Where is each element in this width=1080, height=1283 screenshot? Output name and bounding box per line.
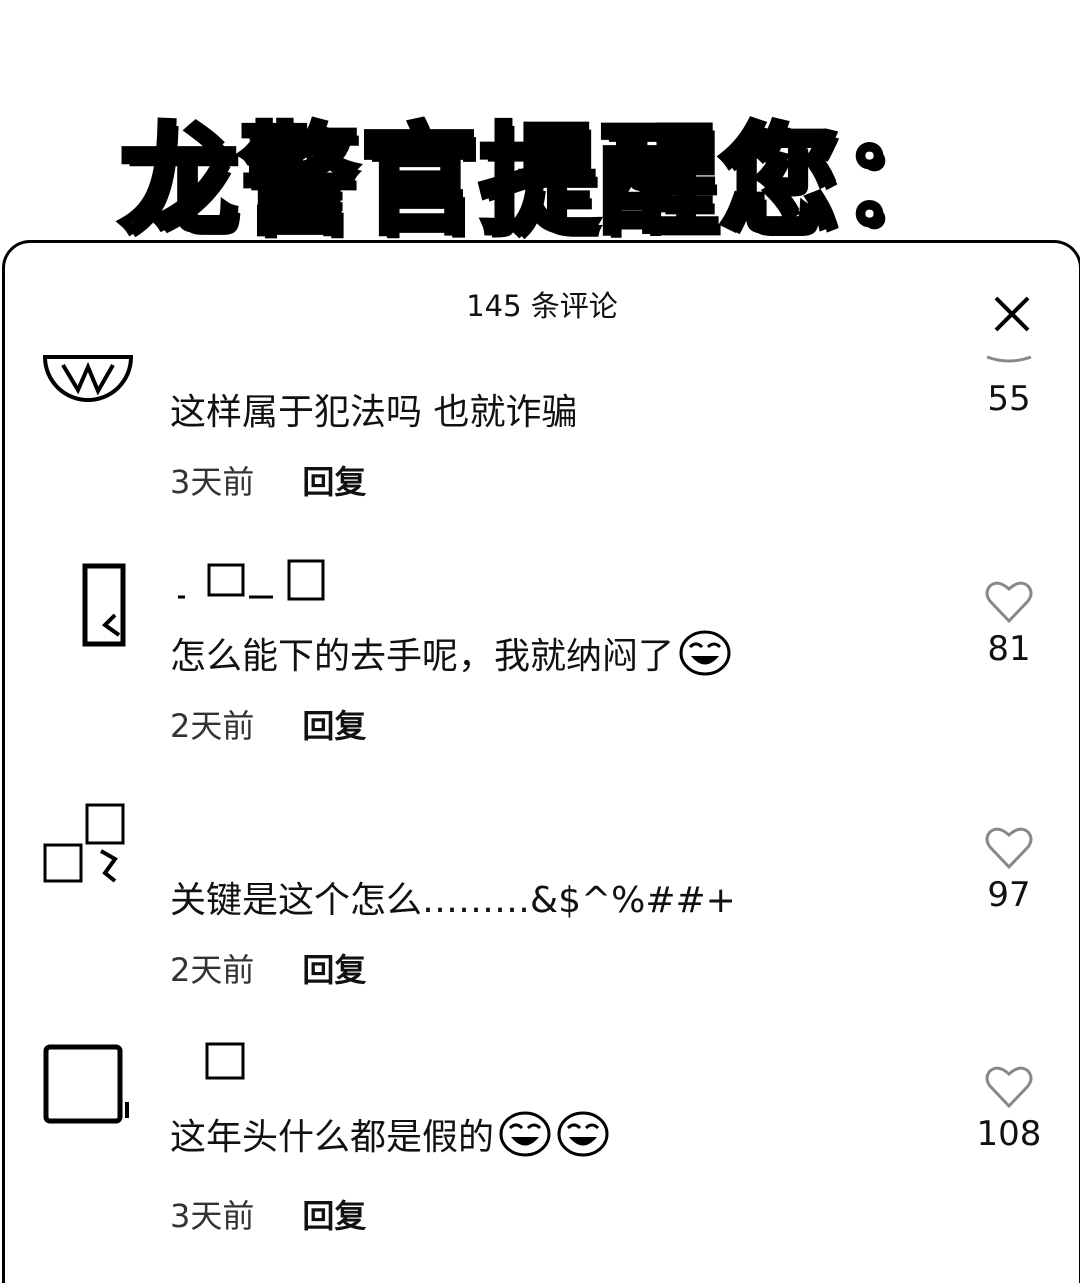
comment-meta: 3天前 回复 — [170, 1191, 366, 1237]
laugh-cry-emoji — [499, 1111, 551, 1157]
like-button[interactable]: 97 — [969, 825, 1049, 915]
banner-title: 龙警官提醒您： — [117, 109, 961, 253]
like-count: 55 — [987, 379, 1031, 419]
username-placeholder — [178, 559, 325, 601]
comment-text: 这样属于犯法吗 也就诈骗 — [170, 392, 578, 433]
heart-outline-icon — [985, 1066, 1033, 1109]
reply-button[interactable]: 回复 — [302, 701, 366, 747]
comment-time: 3天前 — [170, 463, 255, 501]
reply-button[interactable]: 回复 — [302, 1191, 366, 1237]
close-button[interactable] — [993, 295, 1031, 333]
like-button[interactable]: 108 — [969, 1064, 1049, 1154]
laugh-cry-emoji — [557, 1111, 609, 1157]
avatar[interactable] — [42, 355, 134, 445]
comment-time: 3天前 — [170, 1197, 255, 1235]
close-icon — [994, 296, 1030, 332]
username-placeholder — [205, 1042, 245, 1080]
laugh-cry-emoji — [679, 630, 731, 676]
like-count: 108 — [976, 1114, 1042, 1154]
comment-meta: 2天前 回复 — [170, 701, 366, 747]
avatar[interactable] — [43, 803, 133, 893]
like-count: 81 — [987, 629, 1031, 669]
banner: 龙警官提醒您： — [0, 95, 1080, 253]
comment-text: 这年头什么都是假的 — [170, 1108, 610, 1160]
heart-outline-icon — [985, 827, 1033, 870]
heart-outline-icon — [985, 581, 1033, 624]
comment-text: 关键是这个怎么………&$^%##+ — [170, 880, 736, 921]
reply-button[interactable]: 回复 — [302, 945, 366, 991]
comment-time: 2天前 — [170, 951, 255, 989]
comment-time: 2天前 — [170, 707, 255, 745]
comment-text: 怎么能下的去手呢，我就纳闷了 — [170, 627, 732, 679]
like-button[interactable]: 55 — [969, 355, 1049, 419]
avatar[interactable] — [43, 1044, 133, 1134]
comment-count-title: 145 条评论 — [466, 289, 618, 323]
heart-outline-icon — [986, 355, 1032, 363]
like-button[interactable]: 81 — [969, 579, 1049, 669]
avatar[interactable] — [43, 563, 133, 653]
comment-meta: 3天前 回复 — [170, 457, 366, 503]
like-count: 97 — [987, 875, 1031, 915]
comments-sheet: 145 条评论 这样属于犯法吗 也就诈骗 3天前 回复 55 怎么能下的去手呢，… — [2, 240, 1080, 1283]
reply-button[interactable]: 回复 — [302, 457, 366, 503]
comment-meta: 2天前 回复 — [170, 945, 366, 991]
